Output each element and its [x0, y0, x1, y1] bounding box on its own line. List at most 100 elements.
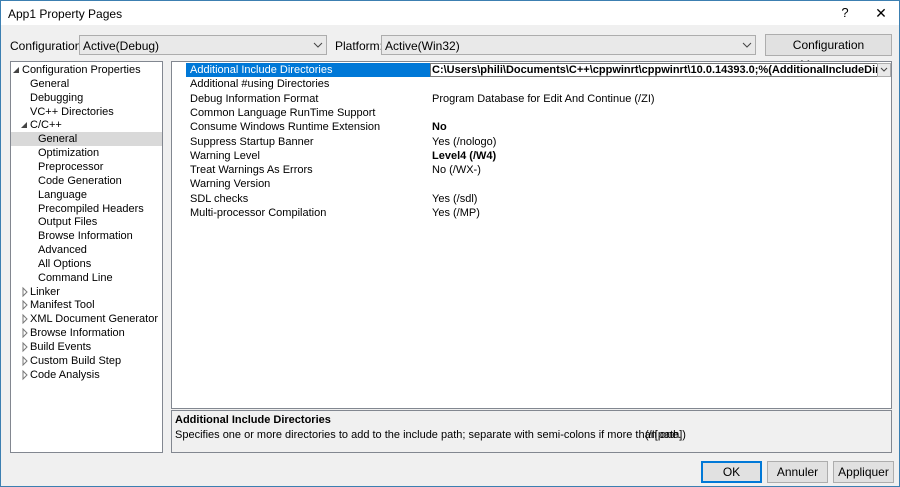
tree-item-label: General	[30, 77, 70, 90]
property-value: C:\Users\phili\Documents\C++\cppwinrt\cp…	[432, 64, 877, 76]
property-value: No	[432, 121, 447, 134]
tree-item-label: Output Files	[38, 216, 98, 229]
property-name: Multi-processor Compilation	[190, 207, 327, 219]
property-grid: Additional Include Directories C:\Users\p…	[171, 61, 892, 409]
property-row[interactable]: Common Language RunTime Support	[186, 106, 891, 120]
platform-label: Platform:	[335, 39, 384, 53]
chevron-down-icon	[880, 67, 888, 72]
tree-item[interactable]: Advanced	[11, 243, 162, 257]
tree-item-label: Manifest Tool	[30, 299, 95, 312]
tree-item-label: Build Events	[30, 341, 92, 353]
tree-item[interactable]: Custom Build Step	[11, 354, 162, 368]
collapsed-triangle-icon[interactable]	[20, 298, 30, 312]
tree-item[interactable]: Language	[11, 188, 162, 202]
property-row[interactable]: Multi-processor Compilation Yes (/MP)	[186, 206, 891, 220]
property-value: Yes (/nologo)	[432, 135, 497, 148]
tree-item[interactable]: C/C++	[11, 118, 162, 132]
tree-item[interactable]: XML Document Generator	[11, 312, 162, 326]
collapsed-triangle-icon[interactable]	[20, 326, 30, 340]
platform-dropdown[interactable]: Active(Win32)	[381, 35, 756, 55]
tree-item[interactable]: Build Events	[11, 340, 162, 354]
tree-item[interactable]: Optimization	[11, 146, 162, 160]
tree-item-label: Custom Build Step	[30, 354, 122, 367]
expanded-triangle-icon[interactable]	[12, 63, 22, 77]
property-value: Level4 (/W4)	[432, 149, 497, 162]
property-name: Treat Warnings As Errors	[190, 164, 313, 177]
configuration-value: Active(Debug)	[83, 39, 160, 53]
tree-item[interactable]: General	[11, 77, 162, 91]
tree-item-label: All Options	[38, 257, 92, 270]
property-name: SDL checks	[190, 192, 249, 205]
property-row[interactable]: SDL checks Yes (/sdl)	[186, 192, 891, 206]
property-name: Debug Information Format	[190, 92, 319, 105]
ok-button[interactable]: OK	[701, 461, 762, 483]
cancel-button[interactable]: Annuler	[767, 461, 828, 483]
collapsed-triangle-icon[interactable]	[20, 312, 30, 326]
collapsed-triangle-icon[interactable]	[20, 368, 30, 382]
tree-item[interactable]: Preprocessor	[11, 160, 162, 174]
tree-item[interactable]: Precompiled Headers	[11, 202, 162, 216]
description-text: Specifies one or more directories to add…	[175, 429, 682, 441]
property-name: Warning Level	[190, 149, 260, 162]
tree-item-label: XML Document Generator	[30, 313, 158, 326]
chevron-down-icon	[313, 42, 323, 48]
tree-item-label: Code Analysis	[30, 368, 100, 381]
tree-item[interactable]: Command Line	[11, 271, 162, 285]
chevron-down-icon	[742, 42, 752, 48]
tree-item[interactable]: Code Analysis	[11, 368, 162, 382]
title-bar: App1 Property Pages ? ✕	[1, 1, 899, 25]
property-row[interactable]: Treat Warnings As Errors No (/WX-)	[186, 163, 891, 177]
property-row[interactable]: Debug Information Format Program Database…	[186, 92, 891, 106]
description-flag: (/I[path])	[645, 429, 686, 441]
tree-item[interactable]: Browse Information	[11, 229, 162, 243]
tree-item[interactable]: Configuration Properties	[11, 63, 162, 77]
description-pane: Additional Include Directories Specifies…	[171, 410, 892, 453]
tree-item[interactable]: Output Files	[11, 215, 162, 229]
configuration-dropdown[interactable]: Active(Debug)	[79, 35, 327, 55]
tree-item[interactable]: Debugging	[11, 91, 162, 105]
property-name: Warning Version	[190, 178, 271, 191]
expanded-triangle-icon[interactable]	[20, 118, 30, 132]
configuration-label: Configuration:	[10, 39, 85, 53]
collapsed-triangle-icon[interactable]	[20, 285, 30, 299]
property-name: Additional Include Directories	[190, 64, 333, 76]
tree-item-label: C/C++	[30, 119, 62, 132]
tree-item-label: Advanced	[38, 244, 87, 257]
help-button[interactable]: ?	[827, 1, 863, 25]
tree-item-label: Browse Information	[30, 327, 125, 340]
grid-gutter	[172, 62, 186, 408]
property-value: Yes (/MP)	[432, 207, 480, 219]
collapsed-triangle-icon[interactable]	[20, 354, 30, 368]
property-name: Consume Windows Runtime Extension	[190, 121, 381, 134]
tree-item[interactable]: Browse Information	[11, 326, 162, 340]
tree-item[interactable]: Linker	[11, 285, 162, 299]
tree-item-label: VC++ Directories	[30, 105, 114, 118]
property-value: Yes (/sdl)	[432, 192, 478, 205]
tree-item[interactable]: General	[11, 132, 162, 147]
value-dropdown-button[interactable]	[877, 63, 891, 77]
property-name: Additional #using Directories	[190, 78, 330, 91]
collapsed-triangle-icon[interactable]	[20, 340, 30, 354]
tree-item-label: Debugging	[30, 91, 84, 104]
property-pages-dialog: App1 Property Pages ? ✕ Configuration: A…	[0, 0, 900, 487]
property-row[interactable]: Warning Version	[186, 177, 891, 191]
tree-item-label: Precompiled Headers	[38, 202, 144, 215]
tree-item-label: Language	[38, 188, 87, 201]
property-row[interactable]: Additional Include Directories C:\Users\p…	[186, 63, 891, 77]
tree-item-label: Linker	[30, 285, 60, 298]
property-tree: Configuration Properties General Debugging…	[10, 61, 163, 453]
tree-item[interactable]: VC++ Directories	[11, 105, 162, 119]
property-name: Common Language RunTime Support	[190, 106, 376, 119]
tree-item[interactable]: Code Generation	[11, 174, 162, 188]
configuration-manager-button[interactable]: Configuration Manager...	[765, 34, 892, 72]
tree-item[interactable]: All Options	[11, 257, 162, 271]
property-row[interactable]: Warning Level Level4 (/W4)	[186, 149, 891, 163]
tree-item[interactable]: Manifest Tool	[11, 298, 162, 312]
property-row[interactable]: Consume Windows Runtime Extension No	[186, 120, 891, 134]
tree-item-label: General	[38, 133, 78, 146]
property-row[interactable]: Additional #using Directories	[186, 77, 891, 91]
close-button[interactable]: ✕	[863, 1, 899, 25]
property-row[interactable]: Suppress Startup Banner Yes (/nologo)	[186, 135, 891, 149]
apply-button[interactable]: Appliquer	[833, 461, 894, 483]
platform-value: Active(Win32)	[385, 39, 460, 53]
